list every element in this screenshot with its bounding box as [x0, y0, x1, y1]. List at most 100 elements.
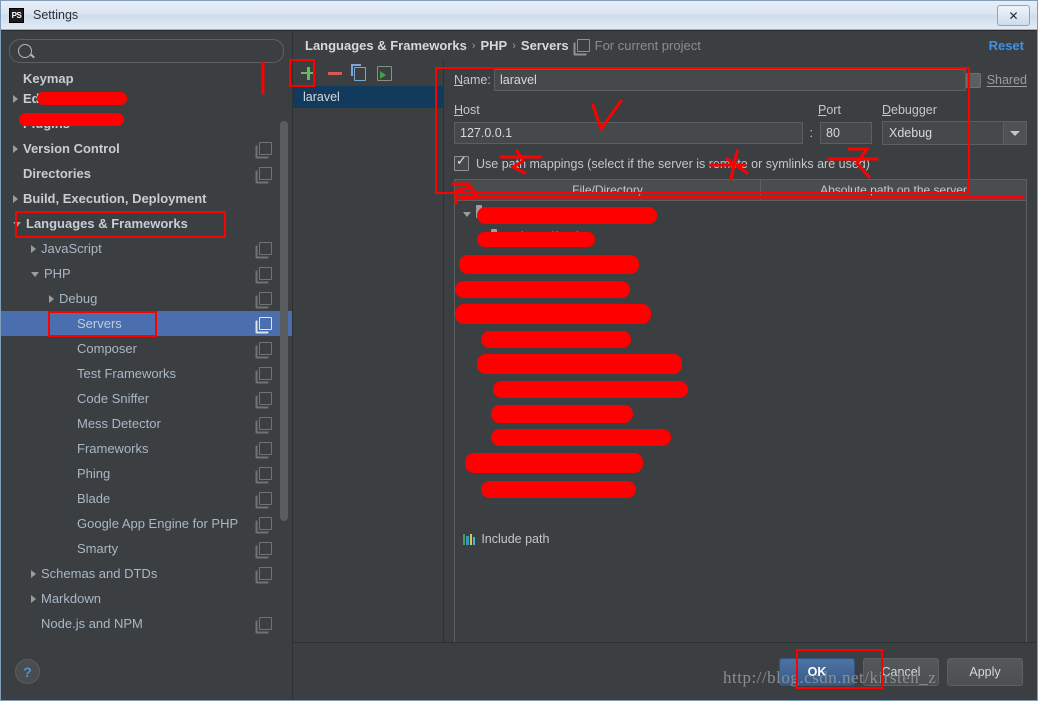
chevron-right-icon[interactable] [31, 569, 36, 578]
copy-settings-icon[interactable] [259, 442, 272, 455]
sidebar-item-phing[interactable]: Phing [1, 461, 292, 486]
copy-settings-icon[interactable] [259, 142, 272, 155]
redaction-stroke [459, 255, 639, 274]
settings-sidebar: KeymapEditorPluginsVersion ControlDirect… [1, 31, 293, 700]
copy-settings-icon[interactable] [259, 292, 272, 305]
sidebar-item-label: Frameworks [77, 441, 149, 456]
sidebar-item-frameworks[interactable]: Frameworks [1, 436, 292, 461]
sidebar-item-build-execution-deployment[interactable]: Build, Execution, Deployment [1, 186, 292, 211]
window-title: Settings [33, 8, 79, 22]
import-icon[interactable] [377, 66, 392, 81]
minus-icon[interactable] [327, 65, 343, 81]
sidebar-scrollbar[interactable] [280, 121, 288, 521]
chevron-down-icon[interactable] [1003, 122, 1026, 144]
search-input[interactable] [38, 43, 275, 59]
breadcrumb-part-0[interactable]: Languages & Frameworks [305, 38, 467, 53]
copy-settings-icon[interactable] [259, 467, 272, 480]
copy-settings-icon[interactable] [259, 392, 272, 405]
column-header-absolute-path: Absolute path on the server [820, 183, 967, 197]
copy-settings-icon[interactable] [259, 242, 272, 255]
include-path-row[interactable]: Include path [455, 527, 1026, 551]
copy-settings-icon[interactable] [259, 267, 272, 280]
search-box[interactable] [9, 39, 284, 63]
sidebar-item-keymap[interactable]: Keymap [1, 68, 292, 86]
dialog-button-bar: OK Cancel Apply [293, 642, 1037, 700]
sidebar-item-javascript[interactable]: JavaScript [1, 236, 292, 261]
copy-settings-icon[interactable] [259, 517, 272, 530]
host-input[interactable] [454, 122, 803, 144]
copy-settings-icon[interactable] [259, 542, 272, 555]
use-path-mappings-checkbox[interactable] [454, 154, 469, 171]
chevron-down-icon[interactable] [13, 222, 21, 227]
plus-icon[interactable] [300, 65, 316, 81]
chevron-right-icon[interactable] [13, 94, 18, 103]
sidebar-item-servers[interactable]: Servers [1, 311, 292, 336]
copy-settings-icon[interactable] [259, 317, 272, 330]
redaction-stroke [493, 381, 688, 398]
sidebar-item-test-frameworks[interactable]: Test Frameworks [1, 361, 292, 386]
shared-checkbox[interactable] [965, 72, 981, 88]
debugger-select[interactable]: Xdebug [882, 121, 1027, 145]
sidebar-item-blade[interactable]: Blade [1, 486, 292, 511]
apply-button[interactable]: Apply [947, 657, 1023, 686]
redaction-stroke [481, 481, 636, 498]
copy-settings-icon[interactable] [259, 617, 272, 630]
sidebar-item-code-sniffer[interactable]: Code Sniffer [1, 386, 292, 411]
redaction-stroke [491, 405, 633, 423]
copy-icon[interactable] [354, 66, 366, 81]
redaction-stroke [477, 232, 595, 247]
chevron-down-icon[interactable] [31, 272, 39, 277]
copy-settings-icon[interactable] [259, 417, 272, 430]
sidebar-item-label: Mess Detector [77, 416, 161, 431]
close-icon[interactable]: ✕ [997, 5, 1030, 26]
table-body: Project filesE:\www\basicInclude path [455, 201, 1026, 642]
chevron-down-icon[interactable] [463, 211, 471, 217]
sidebar-item-label: Test Frameworks [77, 366, 176, 381]
help-button[interactable]: ? [15, 659, 40, 684]
project-scope-icon [576, 39, 590, 52]
sidebar-item-smarty[interactable]: Smarty [1, 536, 292, 561]
sidebar-item-schemas-and-dtds[interactable]: Schemas and DTDs [1, 561, 292, 586]
sidebar-item-node-js-and-npm[interactable]: Node.js and NPM [1, 611, 292, 636]
chevron-right-icon[interactable] [49, 294, 54, 303]
server-name-input[interactable] [494, 69, 966, 91]
sidebar-item-markdown[interactable]: Markdown [1, 586, 292, 611]
cancel-button[interactable]: Cancel [863, 657, 939, 686]
reset-link[interactable]: Reset [989, 38, 1024, 53]
copy-settings-icon[interactable] [259, 342, 272, 355]
copy-settings-icon[interactable] [259, 367, 272, 380]
breadcrumb-part-1[interactable]: PHP [481, 38, 508, 53]
sidebar-item-label: Schemas and DTDs [41, 566, 158, 581]
server-toolbar [293, 60, 443, 86]
server-list-item[interactable]: laravel [293, 86, 443, 108]
copy-settings-icon[interactable] [259, 492, 272, 505]
sidebar-item-label: Blade [77, 491, 111, 506]
sidebar-item-label: JavaScript [41, 241, 102, 256]
sidebar-item-label: Google App Engine for PHP [77, 516, 239, 531]
redaction-stroke [465, 453, 643, 473]
chevron-right-icon[interactable] [31, 594, 36, 603]
sidebar-tree: KeymapEditorPluginsVersion ControlDirect… [1, 68, 292, 636]
chevron-right-icon[interactable] [13, 144, 18, 153]
sidebar-item-php[interactable]: PHP [1, 261, 292, 286]
sidebar-item-directories[interactable]: Directories [1, 161, 292, 186]
ok-button[interactable]: OK [779, 657, 855, 686]
sidebar-item-label: Servers [77, 316, 122, 331]
chevron-right-icon[interactable] [31, 244, 36, 253]
port-input[interactable] [820, 122, 872, 144]
sidebar-item-label: Build, Execution, Deployment [23, 191, 207, 206]
shared-label: Shared [986, 73, 1027, 87]
sidebar-item-languages-frameworks[interactable]: Languages & Frameworks [1, 211, 292, 236]
sidebar-item-mess-detector[interactable]: Mess Detector [1, 411, 292, 436]
sidebar-item-composer[interactable]: Composer [1, 336, 292, 361]
sidebar-item-label: Version Control [23, 141, 120, 156]
copy-settings-icon[interactable] [259, 167, 272, 180]
sidebar-item-debug[interactable]: Debug [1, 286, 292, 311]
sidebar-item-google-app-engine-for-php[interactable]: Google App Engine for PHP [1, 511, 292, 536]
sidebar-item-label: Languages & Frameworks [26, 216, 188, 231]
chevron-right-icon[interactable] [13, 194, 18, 203]
sidebar-item-label: Smarty [77, 541, 119, 556]
server-settings-form: Name: Shared Host Port Debugger : [444, 60, 1037, 642]
copy-settings-icon[interactable] [259, 567, 272, 580]
sidebar-item-version-control[interactable]: Version Control [1, 136, 292, 161]
